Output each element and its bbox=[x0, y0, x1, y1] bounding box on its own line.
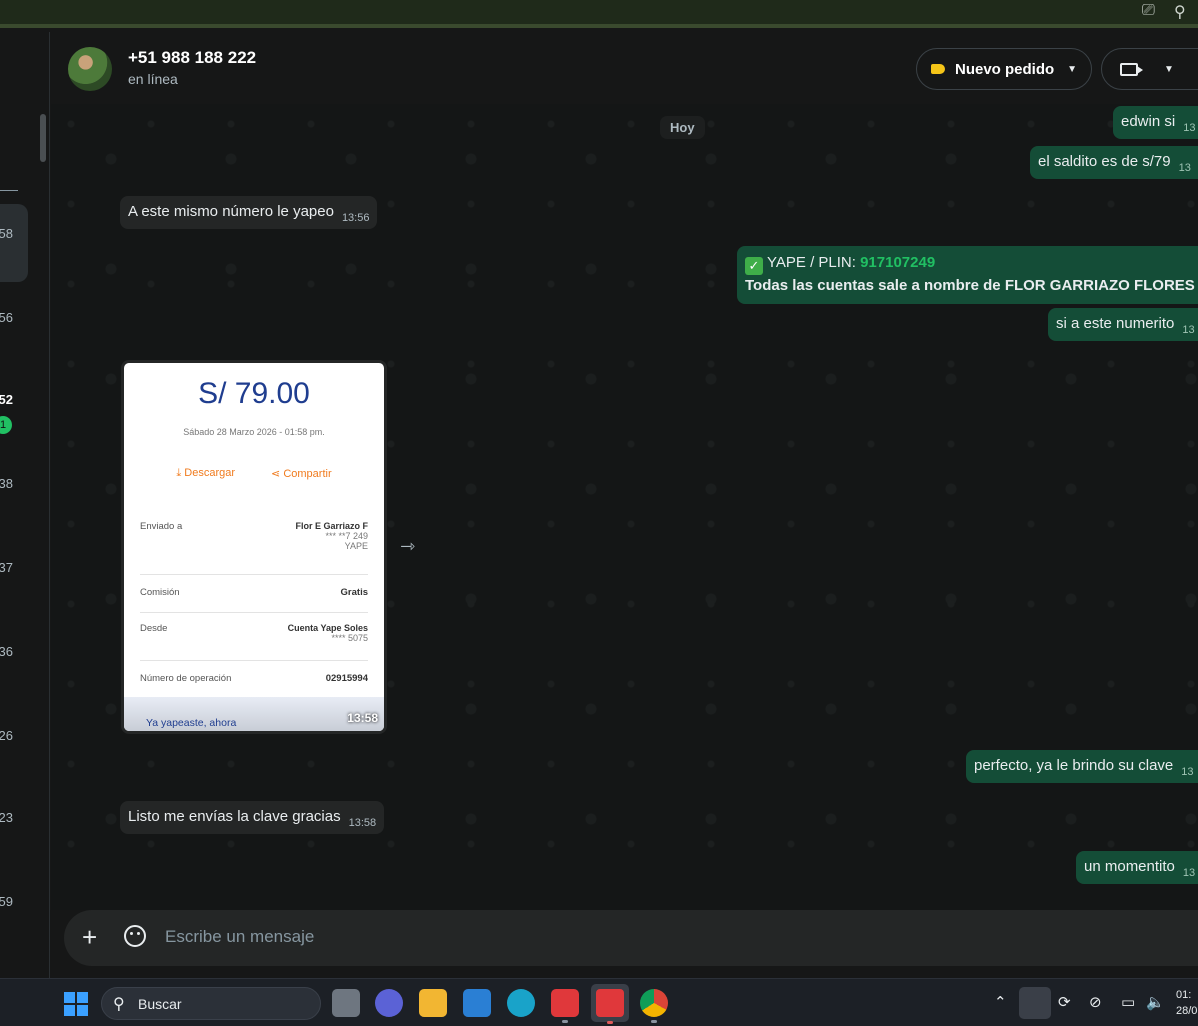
store-icon[interactable] bbox=[463, 989, 491, 1017]
message-text: edwin si bbox=[1121, 113, 1176, 130]
message-composer: + Escribe un mensaje bbox=[64, 910, 1198, 966]
date-chip: Hoy bbox=[660, 116, 705, 139]
message-area[interactable]: Hoy edwin si 13 el saldito es de s/79 13 A… bbox=[51, 104, 1198, 910]
message-outgoing[interactable]: si a este numerito 13 bbox=[1048, 308, 1198, 341]
video-call-button[interactable]: ▼ bbox=[1101, 48, 1198, 90]
download-link: ⤓ Descargar bbox=[176, 467, 236, 479]
receipt-image-message[interactable]: S/ 79.00 Sábado 28 Marzo 2026 - 01:58 pm… bbox=[121, 360, 387, 734]
message-outgoing[interactable]: perfecto, ya le brindo su clave 13 bbox=[966, 750, 1198, 783]
forward-icon[interactable]: ⇾ bbox=[400, 536, 415, 557]
search-icon: ⚲ bbox=[113, 996, 125, 1013]
contact-name[interactable]: +51 988 188 222 bbox=[128, 48, 256, 68]
message-incoming[interactable]: A este mismo número le yapeo 13:56 bbox=[120, 196, 378, 229]
chat-time: 59 bbox=[0, 894, 13, 909]
display-icon[interactable]: ▭ bbox=[1121, 993, 1135, 1011]
avatar[interactable] bbox=[68, 47, 112, 91]
message-outgoing[interactable]: un momentito 13 bbox=[1076, 851, 1198, 884]
chat-time: 26 bbox=[0, 728, 13, 743]
chat-time: 36 bbox=[0, 644, 13, 659]
file-explorer-icon[interactable] bbox=[419, 989, 447, 1017]
windows-start-icon[interactable] bbox=[64, 992, 88, 1016]
anydesk-icon[interactable] bbox=[551, 989, 579, 1023]
receipt-row-from: Desde Cuenta Yape Soles **** 5075 bbox=[140, 623, 368, 661]
message-text: si a este numerito bbox=[1056, 315, 1175, 332]
task-view-icon[interactable] bbox=[332, 989, 360, 1017]
cast-icon[interactable]: ⎚ bbox=[1142, 2, 1155, 20]
pen-tray-icon[interactable] bbox=[1019, 987, 1051, 1019]
receipt-row-sent-to: Enviado a Flor E Garriazo F *** **7 249 YA… bbox=[140, 521, 368, 575]
unread-badge: 1 bbox=[0, 416, 12, 434]
zoom-icon[interactable]: ⚲ bbox=[1174, 2, 1186, 22]
anydesk-active-icon[interactable] bbox=[591, 984, 629, 1024]
message-input[interactable]: Escribe un mensaje bbox=[165, 927, 314, 947]
divider bbox=[0, 190, 18, 191]
video-camera-icon bbox=[1120, 62, 1143, 76]
receipt-row-operation: Número de operación 02915994 bbox=[140, 673, 368, 684]
chevron-down-icon: ▼ bbox=[1164, 63, 1174, 75]
chat-header: +51 988 188 222 en línea Nuevo pedido ▼ … bbox=[51, 32, 1198, 104]
chevron-up-icon[interactable]: ⌃ bbox=[994, 993, 1007, 1011]
contact-status: en línea bbox=[128, 71, 178, 87]
message-time: 13:58 bbox=[348, 817, 377, 829]
receipt-amount: S/ 79.00 bbox=[198, 377, 310, 410]
chevron-down-icon: ▼ bbox=[1067, 63, 1077, 75]
message-outgoing[interactable]: el saldito es de s/79 13 bbox=[1030, 146, 1198, 179]
sync-icon[interactable]: ⟳ bbox=[1058, 993, 1071, 1011]
search-label: Buscar bbox=[138, 996, 182, 1012]
chat-time: 23 bbox=[0, 810, 13, 825]
chat-time: 56 bbox=[0, 310, 13, 325]
chat-time: 38 bbox=[0, 476, 13, 491]
attach-plus-icon[interactable]: + bbox=[82, 922, 97, 953]
message-text: Todas las cuentas sale a nombre de FLOR … bbox=[745, 277, 1195, 294]
message-text: A este mismo número le yapeo bbox=[128, 203, 334, 220]
message-time: 13:58 bbox=[347, 711, 378, 725]
message-time: 13 bbox=[1178, 162, 1191, 174]
message-text: Listo me envías la clave gracias bbox=[128, 808, 341, 825]
message-time: 13 bbox=[1182, 867, 1196, 879]
chat-time: 37 bbox=[0, 560, 13, 575]
message-incoming[interactable]: Listo me envías la clave gracias 13:58 bbox=[120, 801, 385, 834]
taskbar: ⚲ Buscar ⌃ ⟳ ⊘ ▭ 🔈 01: 28/0 bbox=[0, 978, 1198, 1026]
check-mark-icon: ✓ bbox=[745, 257, 763, 275]
sticker-icon[interactable] bbox=[124, 925, 146, 947]
eye-off-icon[interactable]: ⊘ bbox=[1089, 993, 1102, 1011]
receipt-date: Sábado 28 Marzo 2026 - 01:58 pm. bbox=[183, 427, 325, 437]
label-icon bbox=[931, 64, 945, 74]
taskbar-search[interactable]: ⚲ Buscar bbox=[101, 987, 321, 1020]
chat-time: 58 bbox=[0, 226, 13, 241]
new-order-label: Nuevo pedido bbox=[955, 60, 1055, 78]
message-text: perfecto, ya le brindo su clave bbox=[974, 757, 1174, 774]
message-text: un momentito bbox=[1084, 858, 1175, 875]
phone-number: 917107249 bbox=[860, 254, 936, 271]
teams-icon[interactable] bbox=[375, 989, 403, 1017]
message-text: el saldito es de s/79 bbox=[1038, 153, 1171, 170]
sidebar-scrollbar[interactable] bbox=[40, 114, 46, 162]
receipt-footer-text: Ya yapeaste, ahora bbox=[146, 717, 237, 729]
receipt-row-commission: Comisión Gratis bbox=[140, 587, 368, 613]
message-outgoing[interactable]: edwin si 13 bbox=[1113, 106, 1198, 139]
message-time: 13 bbox=[1183, 122, 1196, 134]
edge-icon[interactable] bbox=[507, 989, 535, 1017]
new-order-button[interactable]: Nuevo pedido ▼ bbox=[916, 48, 1092, 90]
message-outgoing[interactable]: ✓ YAPE / PLIN: 917107249 Todas las cuenta… bbox=[737, 246, 1198, 304]
message-time: 13 bbox=[1181, 766, 1194, 778]
message-text: YAPE / PLIN: bbox=[767, 254, 861, 271]
chat-time: 52 bbox=[0, 392, 13, 407]
volume-icon[interactable]: 🔈 bbox=[1146, 993, 1165, 1011]
message-time: 13:56 bbox=[341, 212, 370, 224]
share-link: ⋖ Compartir bbox=[271, 468, 332, 480]
message-time: 13 bbox=[1182, 324, 1195, 336]
chrome-icon[interactable] bbox=[640, 989, 668, 1023]
chat-list-item-selected[interactable] bbox=[0, 204, 28, 282]
window-titlebar: ⎚ ⚲ bbox=[0, 0, 1198, 28]
chat-list-sidebar: 58 56 52 1 38 37 36 26 23 59 bbox=[0, 32, 50, 978]
clock[interactable]: 01: 28/0 bbox=[1176, 987, 1197, 1019]
